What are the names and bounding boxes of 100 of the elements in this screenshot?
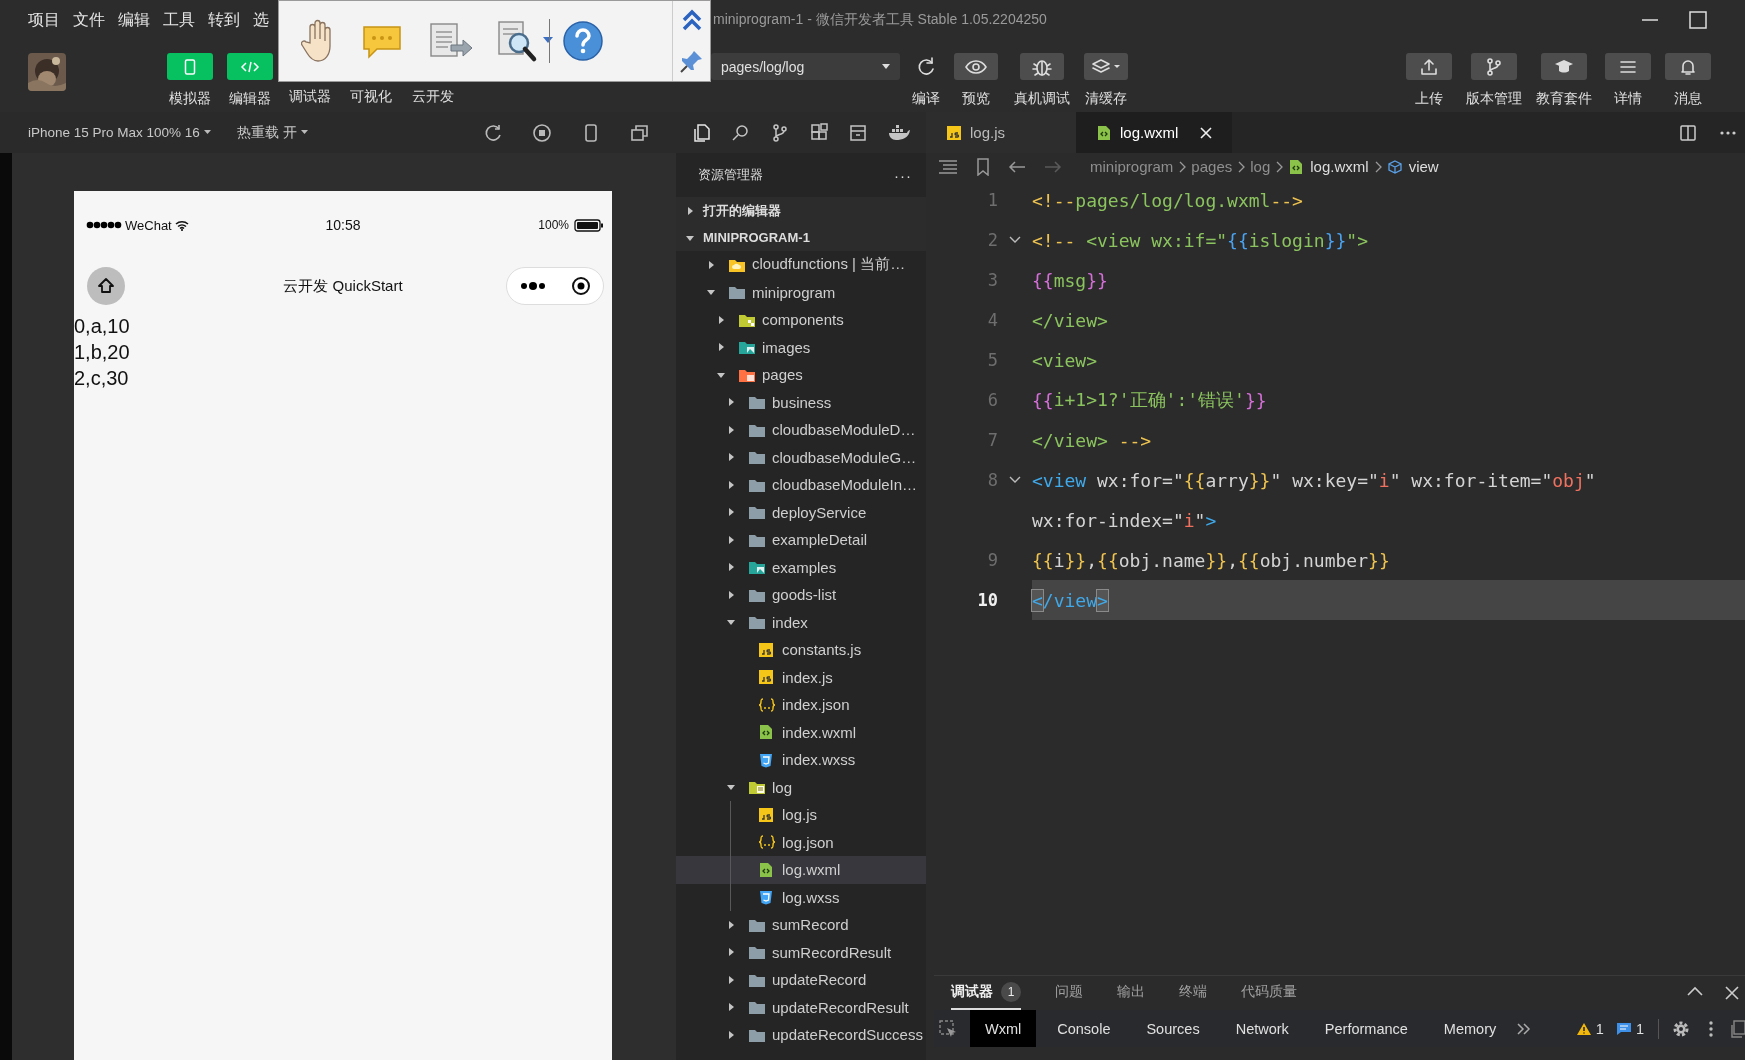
tree-item[interactable]: cloudbaseModuleG… [676,443,926,471]
document-search-icon[interactable] [497,19,555,63]
tree-item[interactable]: index.json [676,691,926,719]
tree-item[interactable]: components [676,306,926,334]
tree-item[interactable]: cloudbaseModuleD… [676,416,926,444]
section-header[interactable]: 打开的编辑器 [676,197,926,224]
devtools-tab[interactable]: Performance [1309,1010,1423,1047]
devtools-tab[interactable]: Console [1042,1010,1126,1047]
more-icon[interactable] [1719,129,1737,136]
toolbar-button[interactable]: 消息 [1658,53,1718,108]
expand-arrow-icon[interactable] [726,534,736,545]
devtools-tab[interactable]: Wxml [970,1010,1037,1047]
tree-item[interactable]: sumRecordResult [676,938,926,966]
expand-arrow-icon[interactable] [726,424,736,435]
editor-tab[interactable]: log.js [926,112,1076,153]
kebab-menu-icon[interactable] [1709,1020,1713,1037]
breadcrumb-item[interactable]: log [1250,158,1271,175]
windows-icon[interactable] [630,122,650,143]
expand-arrow-icon[interactable] [726,974,736,985]
expand-arrow-icon[interactable] [726,1029,736,1040]
toolbar-button[interactable]: 教育套件 [1534,53,1594,108]
files-icon[interactable] [691,122,712,143]
tree-item[interactable]: updateRecordSuccess [676,1021,926,1049]
menu-item[interactable]: 工具 [163,9,195,31]
tree-item[interactable]: log.js [676,801,926,829]
expand-arrow-icon[interactable] [726,919,736,930]
tree-item[interactable]: log.wxml [676,856,926,884]
help-icon[interactable] [562,20,604,62]
search-icon[interactable] [730,122,751,143]
pin-icon[interactable] [678,48,705,74]
close-icon[interactable] [1725,986,1739,1000]
section-header[interactable]: MINIPROGRAM-1 [676,224,926,251]
hot-reload-select[interactable]: 热重载 开 [236,123,308,142]
panel-tab[interactable]: 终端 [1179,976,1207,1010]
view-toggle-button[interactable]: 云开发 [412,88,454,106]
bookmark-icon[interactable] [976,157,990,176]
tree-item[interactable]: examples [676,553,926,581]
expand-arrow-icon[interactable] [726,507,736,518]
chevron-up-icon[interactable] [1687,986,1703,996]
inspect-icon[interactable] [938,1018,958,1039]
split-editor-icon[interactable] [1679,123,1697,142]
view-toggle-button[interactable]: 调试器 [289,88,331,106]
more-button[interactable]: ··· [894,166,912,184]
tree-item[interactable]: pages [676,361,926,389]
expand-arrow-icon[interactable] [716,342,726,353]
devtools-tab[interactable]: Memory [1428,1010,1512,1047]
panel-tab[interactable]: 输出 [1117,976,1145,1010]
fold-chevron-icon[interactable] [1009,476,1021,484]
tree-item[interactable]: updateRecord [676,966,926,994]
stop-icon[interactable] [532,122,552,143]
expand-arrow-icon[interactable] [726,947,736,958]
menu-item[interactable]: 编辑 [118,9,150,31]
tree-item[interactable]: log [676,773,926,801]
expand-arrow-icon[interactable] [716,314,726,325]
view-toggle-button[interactable]: 可视化 [350,88,392,106]
tree-item[interactable]: index.wxml [676,718,926,746]
outline-list-icon[interactable] [938,158,958,175]
panel-tab[interactable]: 问题 [1055,976,1083,1010]
capsule-menu[interactable] [506,267,604,305]
toolbar-button[interactable]: 详情 [1598,53,1658,108]
breadcrumb-item[interactable]: log.wxml [1288,158,1369,175]
breadcrumb-item[interactable]: pages [1191,158,1233,175]
tree-item[interactable]: sumRecord [676,911,926,939]
view-toggle-button[interactable]: 模拟器 [160,53,220,108]
panel-tab[interactable]: 代码质量 [1241,976,1297,1010]
tree-item[interactable]: constants.js [676,636,926,664]
maximize-icon[interactable] [1688,10,1708,30]
breadcrumb-item[interactable]: view [1386,158,1439,175]
view-toggle-button[interactable]: 编辑器 [220,53,280,108]
tree-item[interactable]: index.wxss [676,746,926,774]
tree-item[interactable]: cloudfunctions | 当前… [676,251,926,279]
tree-item[interactable]: index [676,608,926,636]
tree-item[interactable]: log.wxss [676,883,926,911]
tree-item[interactable]: miniprogram [676,278,926,306]
tree-item[interactable]: deployService [676,498,926,526]
extensions-icon[interactable] [808,122,829,143]
expand-arrow-icon[interactable] [726,562,736,573]
more-tabs-icon[interactable] [1517,1022,1532,1035]
rotate-icon[interactable] [483,122,503,143]
expand-arrow-icon[interactable] [706,259,716,270]
more-dots-icon[interactable] [519,281,546,291]
editor-tab[interactable]: log.wxml [1076,112,1233,153]
device-select[interactable]: iPhone 15 Pro Max 100% 16 [28,125,211,140]
page-select[interactable]: pages/log/log [711,53,900,80]
toolbar-button[interactable]: 真机调试 [1012,53,1072,108]
breadcrumb-item[interactable]: miniprogram [1090,158,1174,175]
menu-item[interactable]: 项目 [28,9,60,31]
expand-arrow-icon[interactable] [726,479,736,490]
toolbar-button[interactable]: 清缓存 [1076,53,1136,108]
menu-item[interactable]: 文件 [73,9,105,31]
box-icon[interactable] [847,122,868,143]
tree-item[interactable]: images [676,333,926,361]
tree-item[interactable]: updateRecordResult [676,993,926,1021]
expand-arrow-icon[interactable] [726,397,736,408]
tree-item[interactable]: goods-list [676,581,926,609]
toolbar-button[interactable]: 上传 [1399,53,1459,108]
dock-icon[interactable] [1731,1019,1745,1038]
tree-item[interactable]: index.js [676,663,926,691]
fold-chevron-icon[interactable] [1009,236,1021,244]
expand-arrow-icon[interactable] [726,452,736,463]
